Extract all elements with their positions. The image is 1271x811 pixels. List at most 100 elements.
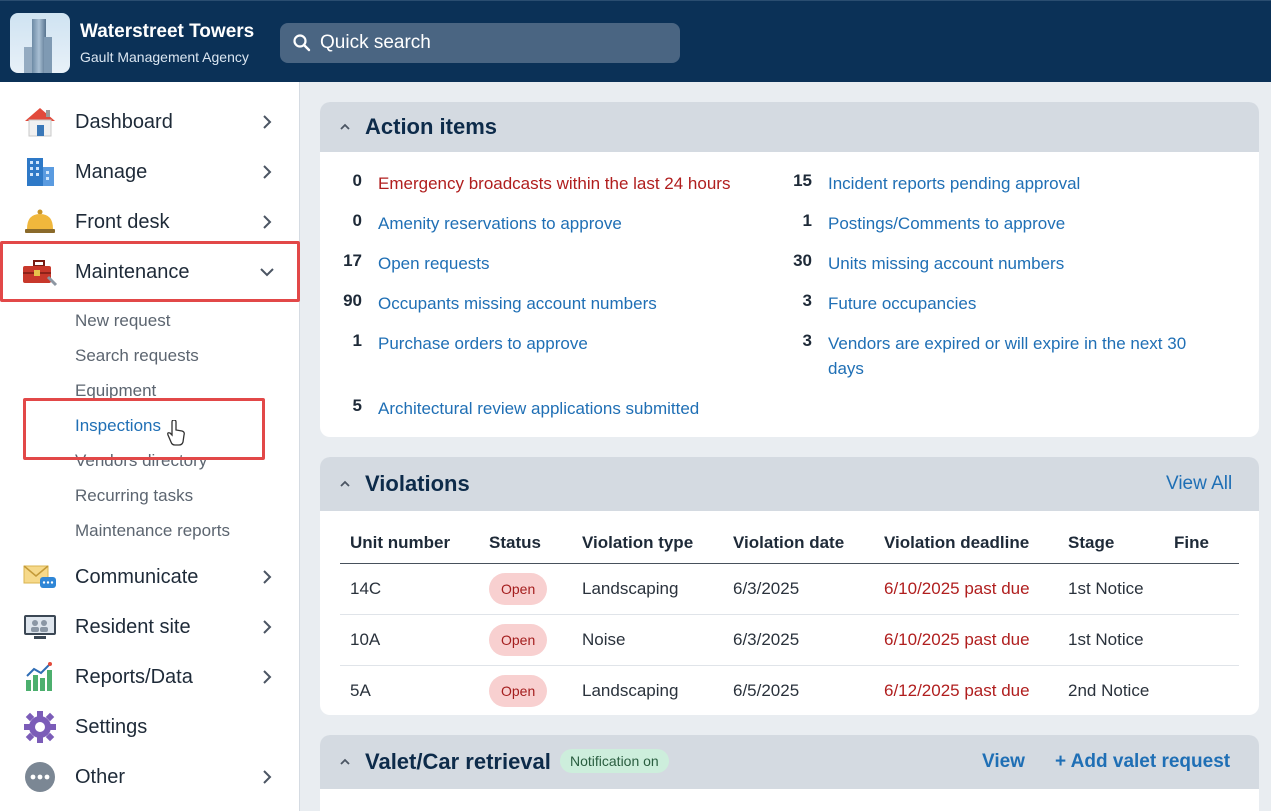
chevron-right-icon	[263, 165, 272, 179]
logo-tower-left	[24, 47, 32, 73]
action-item-count: 1	[352, 331, 362, 350]
sidebar-item-label: Settings	[75, 715, 148, 738]
valet-header: Valet/Car retrieval Notification on View…	[320, 735, 1259, 789]
action-item-link[interactable]: Occupants missing account numbers	[378, 291, 657, 316]
sidebar-item-reports-data[interactable]: Reports/Data	[0, 652, 300, 702]
view-valet-link[interactable]: View	[982, 751, 1025, 773]
column-header[interactable]: Fine	[1164, 523, 1239, 564]
mail-chat-icon	[22, 559, 58, 595]
chevron-right-icon	[263, 215, 272, 229]
table-header-row: Unit number Status Violation type Violat…	[340, 523, 1239, 564]
action-item-link[interactable]: Amenity reservations to approve	[378, 211, 622, 236]
sidebar-item-label: Resident site	[75, 615, 191, 638]
submenu-maintenance-reports[interactable]: Maintenance reports	[75, 521, 230, 541]
status-badge: Open	[489, 572, 548, 605]
hand-cursor-icon	[167, 420, 185, 446]
submenu-inspections[interactable]: Inspections	[75, 416, 161, 436]
chevron-up-icon[interactable]	[338, 477, 352, 491]
action-item-link[interactable]: Units missing account numbers	[828, 251, 1064, 276]
add-valet-request-button[interactable]: + Add valet request	[1055, 751, 1230, 773]
violations-title: Violations	[365, 471, 470, 496]
sidebar-item-label: Other	[75, 765, 126, 788]
action-item[interactable]: 15 Incident reports pending approval	[770, 171, 1080, 196]
sidebar-item-communicate[interactable]: Communicate	[0, 552, 300, 602]
action-item[interactable]: 1 Purchase orders to approve	[320, 331, 588, 356]
sidebar-item-manage[interactable]: Manage	[0, 147, 300, 197]
action-item-count: 0	[352, 211, 362, 230]
action-items-card: Action items 0 Emergency broadcasts with…	[320, 102, 1259, 437]
action-item-link[interactable]: days	[828, 356, 864, 381]
chevron-up-icon[interactable]	[338, 755, 352, 769]
bell-icon	[22, 204, 58, 240]
notification-badge: Notification on	[560, 749, 669, 773]
action-item[interactable]: 3 Future occupancies	[770, 291, 977, 316]
table-row[interactable]: 10A Open Noise 6/3/2025 6/10/2025 past d…	[340, 614, 1239, 666]
submenu-recurring-tasks[interactable]: Recurring tasks	[75, 486, 193, 506]
sidebar-item-front-desk[interactable]: Front desk	[0, 197, 300, 247]
view-all-link[interactable]: View All	[1166, 473, 1232, 495]
action-item[interactable]: 90 Occupants missing account numbers	[320, 291, 657, 316]
quick-search-input[interactable]: Quick search	[280, 23, 680, 63]
table-row[interactable]: 14C Open Landscaping 6/3/2025 6/10/2025 …	[340, 563, 1239, 615]
action-item[interactable]: 30 Units missing account numbers	[770, 251, 1064, 276]
action-item-link[interactable]: Incident reports pending approval	[828, 171, 1080, 196]
status-cell: Open	[479, 665, 572, 715]
submenu-new-request[interactable]: New request	[75, 311, 170, 331]
action-items-title: Action items	[365, 114, 498, 139]
action-item-count: 90	[343, 291, 362, 310]
house-icon	[22, 104, 58, 140]
action-item[interactable]: 17 Open requests	[320, 251, 490, 276]
column-header[interactable]: Violation date	[723, 523, 874, 564]
status-cell: Open	[479, 614, 572, 666]
property-name[interactable]: Waterstreet Towers	[80, 21, 254, 43]
violations-header: Violations View All	[320, 457, 1259, 511]
submenu-equipment[interactable]: Equipment	[75, 381, 156, 401]
building-logo[interactable]	[10, 13, 70, 73]
action-item[interactable]: 0 Amenity reservations to approve	[320, 211, 622, 236]
status-badge: Open	[489, 674, 548, 707]
sidebar-item-maintenance[interactable]: Maintenance	[0, 247, 300, 297]
action-item[interactable]: 5 Architectural review applications subm…	[320, 396, 700, 421]
action-item-link[interactable]: Architectural review applications submit…	[378, 396, 699, 421]
search-placeholder: Quick search	[320, 32, 431, 53]
column-header[interactable]: Violation type	[572, 523, 723, 564]
action-item-link[interactable]: Open requests	[378, 251, 490, 276]
chevron-down-icon	[260, 268, 274, 277]
column-header[interactable]: Status	[479, 523, 572, 564]
sidebar-item-label: Front desk	[75, 210, 170, 233]
toolbox-icon	[22, 254, 58, 290]
monitor-users-icon	[22, 609, 58, 645]
column-header[interactable]: Violation deadline	[874, 523, 1058, 564]
action-item-link[interactable]: Future occupancies	[828, 291, 976, 316]
chevron-right-icon	[263, 115, 272, 129]
action-item-link[interactable]: Postings/Comments to approve	[828, 211, 1065, 236]
submenu-search-requests[interactable]: Search requests	[75, 346, 199, 366]
action-item-link[interactable]: Emergency broadcasts within the last 24 …	[378, 171, 730, 196]
action-item-continuation[interactable]: days	[770, 356, 864, 381]
status-cell: Open	[479, 563, 572, 615]
sidebar-item-settings[interactable]: Settings	[0, 702, 300, 752]
agency-name: Gault Management Agency	[80, 49, 249, 65]
action-item-count: 17	[343, 251, 362, 270]
fine-cell	[1164, 563, 1239, 615]
action-item[interactable]: 1 Postings/Comments to approve	[770, 211, 1066, 236]
sidebar-item-other[interactable]: Other	[0, 752, 300, 802]
stage-cell: 2nd Notice	[1068, 680, 1150, 700]
sidebar-item-dashboard[interactable]: Dashboard	[0, 97, 300, 147]
deadline-cell: 6/10/2025 past due	[874, 614, 1058, 666]
action-item-link[interactable]: Purchase orders to approve	[378, 331, 588, 356]
unit-cell: 14C	[340, 563, 479, 615]
action-item[interactable]: 3 Vendors are expired or will expire in …	[770, 331, 1187, 356]
submenu-vendors-directory[interactable]: Vendors directory	[75, 451, 207, 471]
sidebar-item-label: Dashboard	[75, 110, 173, 133]
action-item[interactable]: 0 Emergency broadcasts within the last 2…	[320, 171, 731, 196]
column-header[interactable]: Stage	[1058, 523, 1164, 564]
column-header[interactable]: Unit number	[340, 523, 479, 564]
sidebar-item-resident-site[interactable]: Resident site	[0, 602, 300, 652]
valet-title: Valet/Car retrieval	[365, 749, 551, 774]
table-row[interactable]: 5A Open Landscaping 6/5/2025 6/12/2025 p…	[340, 665, 1239, 715]
deadline-cell: 6/12/2025 past due	[884, 680, 1030, 700]
chevron-up-icon[interactable]	[338, 120, 352, 134]
action-item-link[interactable]: Vendors are expired or will expire in th…	[828, 331, 1186, 356]
action-items-header: Action items	[320, 102, 1259, 152]
